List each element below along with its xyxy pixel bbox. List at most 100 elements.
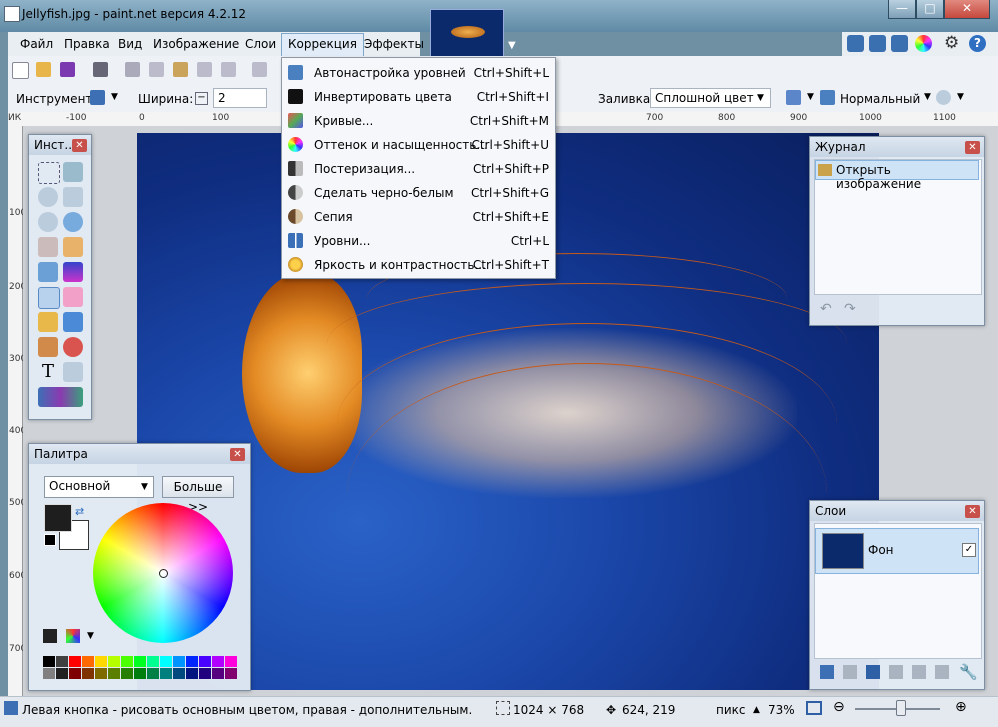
menu-adjustments[interactable]: Коррекция xyxy=(281,33,364,57)
new-icon[interactable] xyxy=(12,62,29,79)
gradient-icon[interactable] xyxy=(63,262,83,282)
color-swatch[interactable] xyxy=(134,656,146,667)
history-panel-close[interactable]: ✕ xyxy=(965,141,980,154)
more-colors-button[interactable]: Больше >> xyxy=(162,476,234,514)
close-button[interactable]: ✕ xyxy=(944,0,990,19)
color-swatch[interactable] xyxy=(108,656,120,667)
color-swatch[interactable] xyxy=(43,656,55,667)
menu-item-hue-saturation[interactable]: Оттенок и насыщенность... Ctrl+Shift+U xyxy=(282,133,555,157)
zoom-slider-thumb[interactable] xyxy=(896,700,906,716)
swap-colors-icon[interactable]: ⇄ xyxy=(75,505,84,518)
minimize-button[interactable]: — xyxy=(888,0,916,19)
color-swatch[interactable] xyxy=(199,656,211,667)
primary-color-swatch[interactable] xyxy=(44,504,72,532)
clone-stamp-icon[interactable] xyxy=(38,337,58,357)
color-swatch[interactable] xyxy=(173,668,185,679)
zoom-level[interactable]: 73% xyxy=(768,703,795,717)
color-swatch[interactable] xyxy=(134,668,146,679)
add-color-icon[interactable] xyxy=(43,629,57,643)
color-swatch[interactable] xyxy=(56,668,68,679)
layer-properties-icon[interactable]: 🔧 xyxy=(959,663,978,681)
tab-list-icon[interactable]: ▼ xyxy=(508,40,516,51)
recolor-icon[interactable] xyxy=(63,337,83,357)
color-swatch[interactable] xyxy=(56,656,68,667)
color-swatch[interactable] xyxy=(43,668,55,679)
width-input[interactable]: 2 xyxy=(213,88,267,108)
crop-icon[interactable] xyxy=(197,62,212,77)
chevron-down-icon[interactable]: ▼ xyxy=(924,92,931,102)
color-swatch[interactable] xyxy=(121,668,133,679)
chevron-down-icon[interactable]: ▼ xyxy=(87,631,94,641)
chevron-down-icon[interactable]: ▼ xyxy=(807,92,814,102)
color-swatch[interactable] xyxy=(160,656,172,667)
menu-view[interactable]: Вид xyxy=(112,33,148,55)
menu-edit[interactable]: Правка xyxy=(58,33,116,55)
unit-select[interactable]: пикс xyxy=(716,703,746,717)
zoom-out-icon[interactable]: ⊖ xyxy=(833,699,845,715)
color-swatch[interactable] xyxy=(69,668,81,679)
redo-icon[interactable]: ↷ xyxy=(844,301,856,317)
color-wheel-cursor[interactable] xyxy=(159,569,168,578)
chevron-down-icon[interactable]: ▼ xyxy=(111,92,118,102)
color-swatch[interactable] xyxy=(95,668,107,679)
tools-window-icon[interactable] xyxy=(847,35,864,52)
palette-mode-select[interactable]: Основной xyxy=(44,476,154,498)
maximize-button[interactable]: □ xyxy=(916,0,944,19)
chevron-down-icon[interactable]: ▼ xyxy=(957,92,964,102)
merge-layer-icon[interactable] xyxy=(889,665,903,679)
help-icon[interactable]: ? xyxy=(969,35,986,52)
line-curve-icon[interactable] xyxy=(63,362,83,382)
color-swatch[interactable] xyxy=(108,668,120,679)
color-swatch[interactable] xyxy=(225,668,237,679)
magic-wand-icon[interactable] xyxy=(38,237,58,257)
open-icon[interactable] xyxy=(36,62,51,77)
reset-colors-icon[interactable] xyxy=(44,534,56,546)
undo-icon[interactable] xyxy=(252,62,267,77)
pencil-icon[interactable] xyxy=(38,312,58,332)
paintbrush-icon[interactable] xyxy=(90,90,105,105)
color-swatch[interactable] xyxy=(160,668,172,679)
menu-item-levels[interactable]: Уровни... Ctrl+L xyxy=(282,229,555,253)
move-layer-down-icon[interactable] xyxy=(935,665,949,679)
ellipse-select-icon[interactable] xyxy=(38,212,58,232)
menu-file[interactable]: Файл xyxy=(14,33,59,55)
selection-mode-icon[interactable] xyxy=(936,90,951,105)
colors-window-icon[interactable] xyxy=(915,35,932,52)
tools-panel-close[interactable]: ✕ xyxy=(72,139,87,152)
print-icon[interactable] xyxy=(93,62,108,77)
antialiasing-icon[interactable] xyxy=(786,90,801,105)
color-swatch[interactable] xyxy=(147,656,159,667)
chevron-up-icon[interactable]: ▲ xyxy=(753,705,760,715)
image-tab-thumbnail[interactable] xyxy=(430,9,504,63)
paste-icon[interactable] xyxy=(173,62,188,77)
menu-item-invert-colors[interactable]: Инвертировать цвета Ctrl+Shift+I xyxy=(282,85,555,109)
delete-layer-icon[interactable] xyxy=(843,665,857,679)
zoom-in-icon[interactable]: ⊕ xyxy=(955,699,967,715)
duplicate-layer-icon[interactable] xyxy=(866,665,880,679)
color-swatch[interactable] xyxy=(199,668,211,679)
color-swatch[interactable] xyxy=(82,656,94,667)
menu-effects[interactable]: Эффекты xyxy=(358,33,430,55)
cut-icon[interactable] xyxy=(125,62,140,77)
history-item[interactable]: Открыть изображение xyxy=(815,160,979,191)
color-swatch[interactable] xyxy=(147,668,159,679)
menu-item-posterize[interactable]: Постеризация... Ctrl+Shift+P xyxy=(282,157,555,181)
blend-mode-select[interactable]: Нормальный xyxy=(840,92,920,106)
zoom-icon[interactable] xyxy=(63,212,83,232)
blend-mode-icon[interactable] xyxy=(820,90,835,105)
color-swatch[interactable] xyxy=(82,668,94,679)
color-swatch[interactable] xyxy=(186,668,198,679)
history-window-icon[interactable] xyxy=(869,35,886,52)
menu-image[interactable]: Изображение xyxy=(147,33,245,55)
fill-select[interactable]: Сплошной цвет xyxy=(650,88,771,108)
layer-visibility-checkbox[interactable]: ✓ xyxy=(962,543,976,557)
decrease-width-button[interactable]: − xyxy=(195,92,208,105)
menu-item-brightness-contrast[interactable]: Яркость и контрастность... Ctrl+Shift+T xyxy=(282,253,555,277)
undo-icon[interactable]: ↶ xyxy=(820,301,832,317)
menu-item-black-white[interactable]: Сделать черно-белым Ctrl+Shift+G xyxy=(282,181,555,205)
save-icon[interactable] xyxy=(60,62,75,77)
layers-panel-close[interactable]: ✕ xyxy=(965,505,980,518)
text-icon[interactable]: T xyxy=(38,362,58,382)
paintbrush-icon[interactable] xyxy=(38,287,60,309)
menu-item-sepia[interactable]: Сепия Ctrl+Shift+E xyxy=(282,205,555,229)
